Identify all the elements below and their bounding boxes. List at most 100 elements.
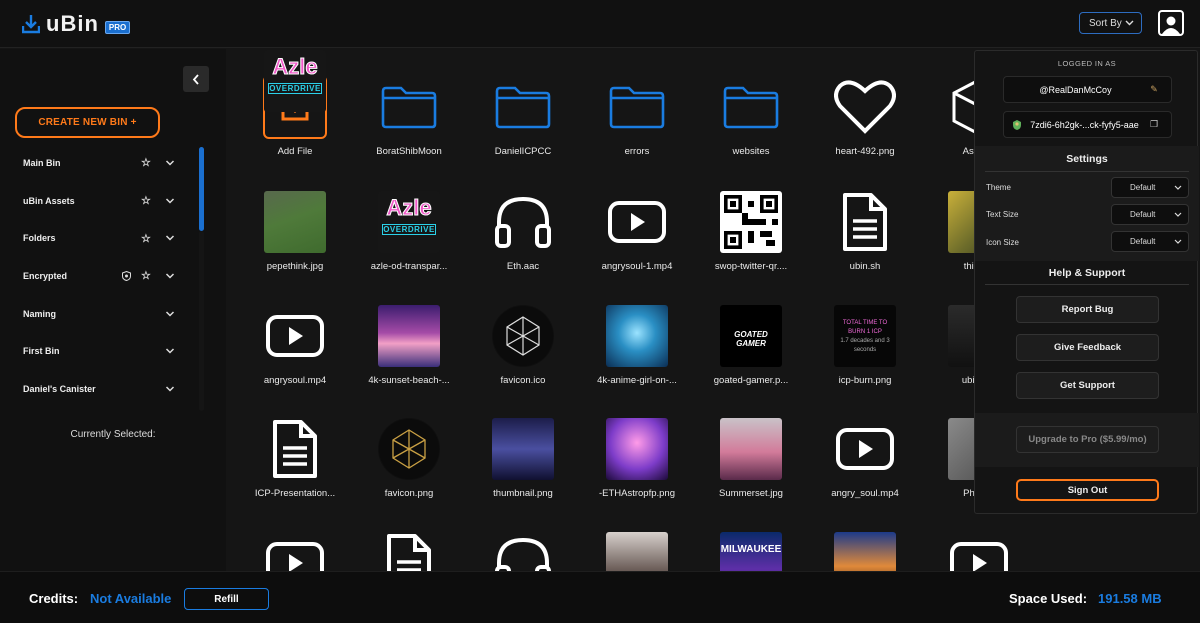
sidebar-item-daniels-canister[interactable]: Daniel's Canister (0, 370, 195, 408)
file-item[interactable]: thumbnail.png (468, 417, 578, 499)
icon-size-select[interactable]: Default (1111, 231, 1189, 252)
theme-select[interactable]: Default (1111, 177, 1189, 198)
file-item[interactable]: Azle OVERDRIVE (240, 49, 350, 120)
file-item[interactable]: Summerset.jpg (696, 417, 806, 499)
text-size-select[interactable]: Default (1111, 204, 1189, 225)
scrollbar-thumb[interactable] (199, 147, 204, 231)
file-item[interactable]: angrysoul-1.mp4 (582, 190, 692, 272)
file-name: angrysoul.mp4 (263, 375, 327, 386)
file-name: BoratShibMoon (376, 146, 442, 157)
bin-list: Main Bin ☆ uBin Assets ☆ Folders ☆ Encry… (0, 144, 195, 408)
sidebar-item-naming[interactable]: Naming (0, 295, 195, 333)
file-thumbnail (833, 531, 897, 571)
file-item[interactable] (468, 531, 578, 571)
refill-button[interactable]: Refill (184, 588, 269, 610)
document-icon (377, 531, 441, 571)
file-item[interactable]: 4k-sunset-beach-... (354, 304, 464, 386)
chevron-down-icon[interactable] (165, 309, 175, 319)
file-item[interactable]: -ETHAstropfp.png (582, 417, 692, 499)
sidebar-item-main-bin[interactable]: Main Bin ☆ (0, 144, 195, 182)
folder-item[interactable]: websites (696, 75, 806, 157)
file-item[interactable]: swop-twitter-qr.... (696, 190, 806, 272)
file-thumbnail (491, 417, 555, 481)
file-item[interactable]: favicon.png (354, 417, 464, 499)
folder-item[interactable]: DanielICPCC (468, 75, 578, 157)
file-item[interactable]: favicon.ico (468, 304, 578, 386)
video-play-icon (263, 531, 327, 571)
folder-icon (491, 75, 555, 139)
pro-badge: PRO (104, 20, 131, 34)
chevron-down-icon[interactable] (165, 158, 175, 168)
text-size-value: Default (1130, 210, 1156, 219)
edit-pencil-icon[interactable]: ✎ (1147, 84, 1161, 95)
download-logo-icon (22, 15, 40, 34)
sign-out-button[interactable]: Sign Out (1016, 479, 1159, 501)
top-bar: uBin PRO Sort By (0, 0, 1200, 48)
star-icon[interactable]: ☆ (141, 156, 151, 169)
file-item[interactable] (924, 531, 1034, 571)
bin-label: Main Bin (23, 157, 61, 168)
file-name: ubin.sh (849, 261, 881, 272)
video-play-icon (263, 304, 327, 368)
file-name: 4k-anime-girl-on-... (597, 375, 677, 386)
file-item[interactable] (810, 531, 920, 571)
star-icon[interactable]: ☆ (141, 232, 151, 245)
help-support-title: Help & Support (1048, 267, 1126, 279)
collapse-sidebar-button[interactable] (183, 66, 209, 92)
space-used-label: Space Used: (1009, 591, 1088, 606)
create-new-bin-button[interactable]: CREATE NEW BIN + (15, 107, 160, 138)
folder-icon (605, 75, 669, 139)
file-item[interactable] (240, 531, 350, 571)
headphones-icon (491, 531, 555, 571)
sort-by-dropdown[interactable]: Sort By (1079, 12, 1142, 34)
file-item[interactable]: angrysoul.mp4 (240, 304, 350, 386)
chevron-down-icon[interactable] (165, 271, 175, 281)
file-item[interactable] (582, 531, 692, 571)
file-item[interactable]: heart-492.png (810, 75, 920, 157)
bin-label: Encrypted (23, 270, 68, 281)
give-feedback-button[interactable]: Give Feedback (1016, 334, 1159, 361)
app-logo[interactable]: uBin PRO (22, 11, 131, 37)
folder-item[interactable]: errors (582, 75, 692, 157)
file-thumbnail (377, 304, 441, 368)
file-name: thumbnail.png (493, 488, 553, 499)
folder-item[interactable]: BoratShibMoon (354, 75, 464, 157)
file-item[interactable]: Azle OVERDRIVE azle-od-transpar... (354, 190, 464, 272)
file-name: Eth.aac (506, 261, 540, 272)
file-item[interactable]: pepethink.jpg (240, 190, 350, 272)
logged-in-as-label: LOGGED IN AS (1057, 59, 1117, 68)
file-item[interactable]: ICP-Presentation... (240, 417, 350, 499)
sidebar-item-folders[interactable]: Folders ☆ (0, 219, 195, 257)
heart-icon (833, 75, 897, 139)
file-thumbnail: TOTAL TIME TO BURN 1 ICP 1.7 decades and … (833, 304, 897, 368)
file-item[interactable]: GOATED GAMER goated-gamer.p... (696, 304, 806, 386)
report-bug-button[interactable]: Report Bug (1016, 296, 1159, 323)
file-item[interactable]: 4k-anime-girl-on-... (582, 304, 692, 386)
file-thumbnail (605, 304, 669, 368)
sidebar-item-first-bin[interactable]: First Bin (0, 332, 195, 370)
chevron-down-icon[interactable] (165, 196, 175, 206)
upgrade-to-pro-button[interactable]: Upgrade to Pro ($5.99/mo) (1016, 426, 1159, 453)
file-item[interactable]: angry_soul.mp4 (810, 417, 920, 499)
principal-id-text: 7zdi6-6h2gk-...ck-fyfy5-aae (1030, 119, 1139, 130)
file-item[interactable]: TOTAL TIME TO BURN 1 ICP 1.7 decades and … (810, 304, 920, 386)
file-item[interactable]: Eth.aac (468, 190, 578, 272)
file-item[interactable]: MILWAUKEE (696, 531, 806, 571)
scrollbar-track[interactable] (199, 231, 204, 411)
sidebar-item-ubin-assets[interactable]: uBin Assets ☆ (0, 182, 195, 220)
chevron-down-icon[interactable] (165, 233, 175, 243)
user-icon (1162, 16, 1180, 34)
sidebar: CREATE NEW BIN + Main Bin ☆ uBin Assets … (0, 49, 226, 571)
user-avatar-button[interactable] (1158, 10, 1184, 36)
chevron-down-icon[interactable] (165, 346, 175, 356)
file-name: -ETHAstropfp.png (598, 488, 676, 499)
get-support-button[interactable]: Get Support (1016, 372, 1159, 399)
file-item[interactable] (354, 531, 464, 571)
chevron-left-icon (192, 73, 199, 85)
star-icon[interactable]: ☆ (141, 194, 151, 207)
copy-icon[interactable]: ❐ (1147, 119, 1161, 130)
file-item[interactable]: ubin.sh (810, 190, 920, 272)
star-icon[interactable]: ☆ (141, 269, 151, 282)
sidebar-item-encrypted[interactable]: Encrypted ☆ (0, 257, 195, 295)
chevron-down-icon[interactable] (165, 384, 175, 394)
